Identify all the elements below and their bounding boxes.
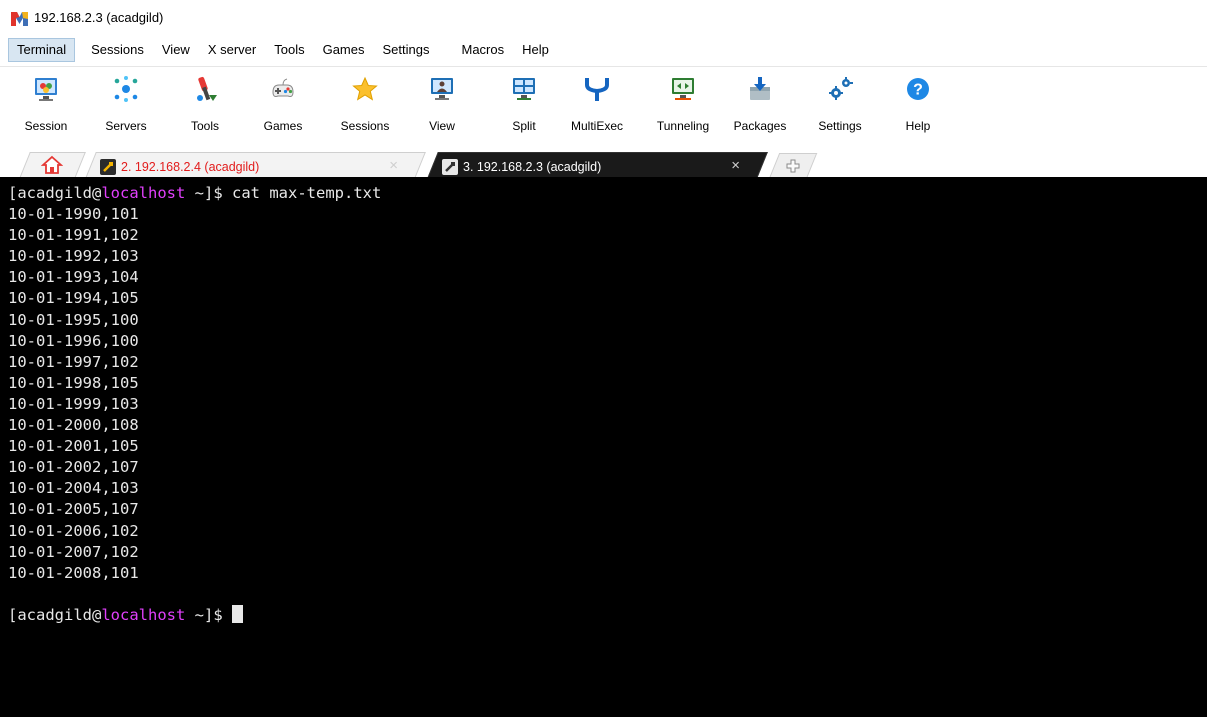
prompt-host: localhost: [101, 605, 186, 624]
toolbar-label: Servers: [105, 119, 147, 133]
toolbar-label: Sessions: [340, 119, 390, 133]
settings-icon: [825, 73, 855, 105]
multiexec-icon: [582, 73, 612, 105]
close-icon[interactable]: ×: [389, 158, 398, 173]
prompt-suffix: ~]$: [185, 605, 232, 624]
output-line: 10-01-1991,102: [8, 226, 139, 245]
toolbar-label: Games: [263, 119, 303, 133]
output-line: 10-01-2004,103: [8, 479, 139, 498]
tab-label: 2. 192.168.2.4 (acadgild): [121, 159, 260, 174]
view-icon: [427, 73, 457, 105]
output-line: 10-01-2000,108: [8, 416, 139, 435]
output-line: 10-01-1999,103: [8, 394, 139, 413]
packages-button[interactable]: Packages: [727, 73, 793, 137]
terminal[interactable]: [acadgild@localhost ~]$ cat max-temp.txt…: [0, 181, 1207, 717]
toolbar-label: MultiExec: [570, 119, 623, 133]
star-icon: [350, 73, 380, 105]
output-line: 10-01-2008,101: [8, 563, 139, 582]
plus-icon: [786, 159, 800, 173]
tools-button[interactable]: Tools: [184, 73, 226, 137]
toolbar-label: Tools: [190, 119, 219, 133]
tab-label: 3. 192.168.2.3 (acadgild): [463, 159, 602, 174]
games-button[interactable]: Games: [260, 73, 306, 137]
output-line: 10-01-2006,102: [8, 521, 139, 540]
prompt-user: [acadgild@: [8, 605, 102, 624]
prompt-suffix: ~]$: [185, 184, 232, 202]
menu-settings[interactable]: Settings: [374, 38, 439, 62]
terminal-tab-icon: [100, 158, 116, 175]
window-title: 192.168.2.3 (acadgild): [34, 10, 164, 25]
output-line: 10-01-2007,102: [8, 542, 139, 561]
output-line: 10-01-2002,107: [8, 458, 139, 477]
home-icon: [41, 155, 63, 174]
tunneling-button[interactable]: Tunneling: [647, 73, 719, 137]
tunneling-icon: [668, 73, 698, 105]
split-icon: [509, 73, 539, 105]
svg-text:?: ?: [913, 82, 923, 99]
output-line: 10-01-1998,105: [8, 373, 139, 392]
output-line: 10-01-2001,105: [8, 437, 139, 456]
tab-strip: 2. 192.168.2.4 (acadgild) × 3. 192.168.2…: [0, 144, 1207, 181]
close-icon[interactable]: ×: [731, 158, 740, 173]
session-button[interactable]: Session: [20, 73, 72, 137]
command-text: cat max-temp.txt: [232, 184, 382, 202]
output-line: 10-01-1994,105: [8, 289, 139, 308]
toolbar: Session Servers Tools Games Sessions Vie…: [0, 66, 1207, 138]
menu-help[interactable]: Help: [513, 38, 558, 62]
menu-terminal[interactable]: Terminal: [8, 38, 76, 62]
terminal-tab-icon: [442, 158, 458, 175]
output-line: 10-01-1993,104: [8, 268, 139, 287]
menu-sessions[interactable]: Sessions: [82, 38, 153, 62]
prompt-line: [acadgild@localhost ~]$: [8, 604, 1207, 626]
output-line: 10-01-1995,100: [8, 310, 139, 329]
packages-icon: [745, 73, 775, 105]
output-line: 10-01-1990,101: [8, 205, 139, 224]
command-line: [acadgild@localhost ~]$ cat max-temp.txt: [8, 183, 1207, 204]
multiexec-button[interactable]: MultiExec: [566, 73, 628, 137]
toolbar-label: Session: [24, 119, 68, 133]
prompt-host: localhost: [101, 184, 186, 202]
toolbar-label: Settings: [818, 119, 862, 133]
sessions-button[interactable]: Sessions: [334, 73, 396, 137]
toolbar-label: Tunneling: [656, 119, 710, 133]
session-icon: [31, 73, 61, 105]
terminal-cursor: [232, 604, 243, 623]
toolbar-label: View: [429, 119, 455, 133]
view-button[interactable]: View: [422, 73, 462, 137]
settings-button[interactable]: Settings: [808, 73, 872, 137]
servers-icon: [111, 73, 141, 105]
output-line: 10-01-1996,100: [8, 331, 139, 350]
help-button[interactable]: ? Help: [895, 73, 941, 137]
servers-button[interactable]: Servers: [98, 73, 154, 137]
menu-view[interactable]: View: [153, 38, 199, 62]
menu-games[interactable]: Games: [314, 38, 374, 62]
help-icon: ?: [903, 73, 933, 105]
games-icon: [268, 73, 298, 105]
command-output: 10-01-1990,101 10-01-1991,102 10-01-1992,1…: [8, 204, 1207, 584]
prompt-user: [acadgild@: [8, 184, 102, 202]
title-bar: 192.168.2.3 (acadgild): [0, 0, 1207, 36]
output-line: 10-01-2005,107: [8, 500, 139, 519]
menu-tools[interactable]: Tools: [265, 38, 313, 62]
toolbar-label: Packages: [733, 119, 787, 133]
split-button[interactable]: Split: [504, 73, 544, 137]
toolbar-label: Help: [905, 119, 931, 133]
mobaxterm-logo-icon: [11, 12, 28, 26]
output-line: 10-01-1992,103: [8, 247, 139, 266]
output-line: 10-01-1997,102: [8, 352, 139, 371]
tools-icon: [190, 73, 220, 105]
toolbar-label: Split: [512, 119, 536, 133]
menu-bar: Terminal Sessions View X server Tools Games Se…: [0, 38, 1207, 62]
menu-macros[interactable]: Macros: [452, 38, 513, 62]
menu-x-server[interactable]: X server: [199, 38, 265, 62]
